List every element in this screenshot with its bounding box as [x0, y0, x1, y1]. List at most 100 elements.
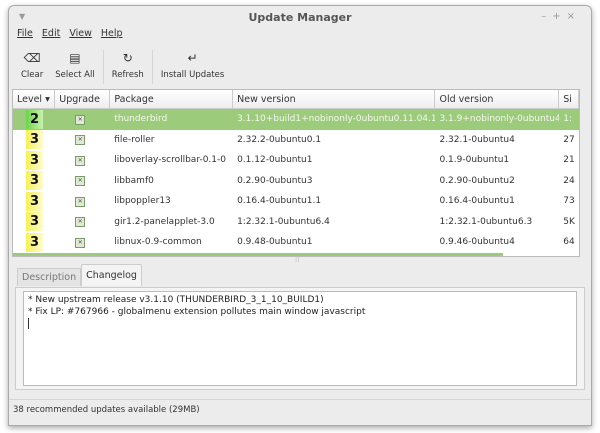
changelog-text[interactable]: * New upstream release v3.1.10 (THUNDERB…	[23, 291, 577, 386]
upgrade-checkbox[interactable]: ✕	[75, 135, 86, 146]
refresh-icon: ↻	[122, 51, 133, 65]
column-new-version[interactable]: New version	[233, 90, 436, 108]
upgrade-cell: ✕	[55, 216, 110, 228]
toolbar-separator	[151, 50, 153, 84]
new-version-cell: 0.2.90-0ubuntu3	[237, 175, 313, 186]
install-icon: ↵	[187, 51, 198, 65]
clear-icon: ⌫	[23, 51, 41, 65]
upgrade-cell: ✕	[55, 196, 110, 207]
level-badge: 3	[26, 130, 43, 150]
new-version-cell: 1:2.32.1-0ubuntu6.4	[237, 216, 330, 227]
table-row[interactable]: 2 ✕ thunderbird 3.1.10+build1+nobinonly-…	[13, 109, 579, 130]
level-badge: 3	[26, 212, 43, 232]
pane-splitter[interactable]: ⁞⁞	[295, 256, 299, 264]
window-title: Update Manager	[248, 11, 352, 24]
column-package[interactable]: Package	[110, 90, 234, 108]
upgrade-cell: ✕	[55, 134, 110, 146]
maximize-icon[interactable]: +	[552, 11, 566, 22]
old-version-cell: 3.1.9+nobinonly-0ubuntu4	[439, 114, 560, 125]
table-row[interactable]: 3 ✕ libbamf0 0.2.90-0ubuntu3 0.2.90-0ubu…	[13, 171, 579, 192]
table-header: Level ▾ Upgrade Package New version Old …	[13, 90, 579, 109]
old-version-cell: 0.16.4-0ubuntu1	[439, 196, 515, 207]
size-cell: 5K	[563, 216, 575, 227]
column-old-version[interactable]: Old version	[435, 90, 560, 108]
table-row[interactable]: 3 ✕ libpoppler13 0.16.4-0ubuntu1.1 0.16.…	[13, 191, 579, 212]
menu-view[interactable]: View	[69, 28, 92, 39]
package-cell: gir1.2-panelapplet-3.0	[114, 216, 215, 227]
updates-table: Level ▾ Upgrade Package New version Old …	[12, 89, 580, 257]
level-badge: 3	[26, 232, 43, 252]
update-manager-window: ▼ Update Manager –+× File Edit View Help…	[8, 5, 592, 426]
package-cell: file-roller	[114, 134, 155, 145]
old-version-cell: 2.32.1-0ubuntu4	[439, 134, 515, 145]
new-version-cell: 0.1.12-0ubuntu1	[237, 155, 313, 166]
tab-description[interactable]: Description	[17, 268, 82, 286]
sort-down-icon: ▾	[45, 93, 50, 105]
upgrade-cell: ✕	[55, 175, 110, 187]
tab-changelog[interactable]: Changelog	[81, 264, 142, 286]
upgrade-checkbox[interactable]: ✕	[75, 237, 86, 248]
table-row[interactable]: 3 ✕ liboverlay-scrollbar-0.1-0 0.1.12-0u…	[13, 150, 579, 171]
select-all-button[interactable]: ▤ Select All	[49, 50, 100, 80]
upgrade-checkbox[interactable]: ✕	[75, 155, 86, 166]
new-version-cell: 0.9.48-0ubuntu1	[237, 237, 313, 248]
level-cell: 3	[13, 171, 55, 191]
text-cursor	[28, 318, 29, 329]
menu-help[interactable]: Help	[101, 28, 123, 39]
new-version-cell: 0.16.4-0ubuntu1.1	[237, 196, 322, 207]
size-cell: 21	[563, 155, 575, 166]
column-size[interactable]: Si	[559, 90, 579, 108]
old-version-cell: 0.2.90-0ubuntu2	[439, 175, 515, 186]
minimize-icon[interactable]: –	[541, 11, 552, 22]
size-cell: 1:	[563, 114, 573, 125]
clear-button[interactable]: ⌫ Clear	[15, 50, 49, 80]
package-cell: libbamf0	[114, 175, 154, 186]
size-cell: 64	[563, 237, 575, 248]
toolbar: ⌫ Clear ▤ Select All ↻ Refresh ↵ Install Upd…	[15, 50, 230, 84]
size-cell: 27	[563, 134, 575, 145]
new-version-cell: 2.32.2-0ubuntu0.1	[237, 134, 322, 145]
menu-edit[interactable]: Edit	[42, 28, 60, 39]
table-row[interactable]: 3 ✕ libnux-0.9-common 0.9.48-0ubuntu1 0.…	[13, 232, 579, 253]
table-row[interactable]: 3 ✕ gir1.2-panelapplet-3.0 1:2.32.1-0ubu…	[13, 212, 579, 233]
level-cell: 3	[13, 191, 55, 211]
table-row[interactable]: 3 ✕ file-roller 2.32.2-0ubuntu0.1 2.32.1…	[13, 130, 579, 151]
menu-file[interactable]: File	[17, 28, 33, 39]
new-version-cell: 3.1.10+build1+nobinonly-0ubuntu0.11.04.1	[237, 114, 436, 125]
refresh-button[interactable]: ↻ Refresh	[106, 50, 150, 80]
select-all-icon: ▤	[69, 51, 81, 65]
changelog-panel: * New upstream release v3.1.10 (THUNDERB…	[15, 287, 585, 390]
menu-bar: File Edit View Help	[17, 28, 123, 39]
level-cell: 3	[13, 232, 55, 252]
next-row-highlight	[13, 253, 503, 256]
level-badge: 3	[26, 191, 43, 211]
level-badge: 2	[26, 109, 43, 129]
install-updates-button[interactable]: ↵ Install Updates	[155, 50, 231, 80]
package-cell: libpoppler13	[114, 196, 171, 207]
column-level[interactable]: Level ▾	[13, 90, 56, 108]
upgrade-checkbox[interactable]: ✕	[75, 176, 86, 187]
window-controls: –+×	[541, 11, 581, 22]
package-cell: liboverlay-scrollbar-0.1-0	[114, 155, 226, 166]
upgrade-cell: ✕	[55, 237, 110, 248]
detail-tabs: Description Changelog	[17, 264, 142, 286]
upgrade-checkbox[interactable]: ✕	[75, 217, 86, 228]
size-cell: 24	[563, 175, 575, 186]
upgrade-cell: ✕	[55, 114, 110, 125]
old-version-cell: 0.1.9-0ubuntu1	[439, 155, 510, 166]
level-cell: 3	[13, 212, 55, 232]
close-icon[interactable]: ×	[567, 11, 581, 22]
package-cell: libnux-0.9-common	[114, 237, 202, 248]
size-cell: 73	[563, 196, 575, 207]
column-upgrade[interactable]: Upgrade	[55, 90, 111, 108]
upgrade-checkbox[interactable]: ✕	[75, 114, 86, 125]
level-cell: 3	[13, 130, 55, 150]
package-cell: thunderbird	[114, 114, 168, 125]
status-bar: 38 recommended updates available (29MB)	[9, 399, 591, 420]
level-cell: 3	[13, 150, 55, 170]
upgrade-cell: ✕	[55, 155, 110, 166]
level-cell: 2	[13, 109, 55, 129]
level-badge: 3	[26, 150, 43, 170]
upgrade-checkbox[interactable]: ✕	[75, 196, 86, 207]
level-badge: 3	[26, 171, 43, 191]
